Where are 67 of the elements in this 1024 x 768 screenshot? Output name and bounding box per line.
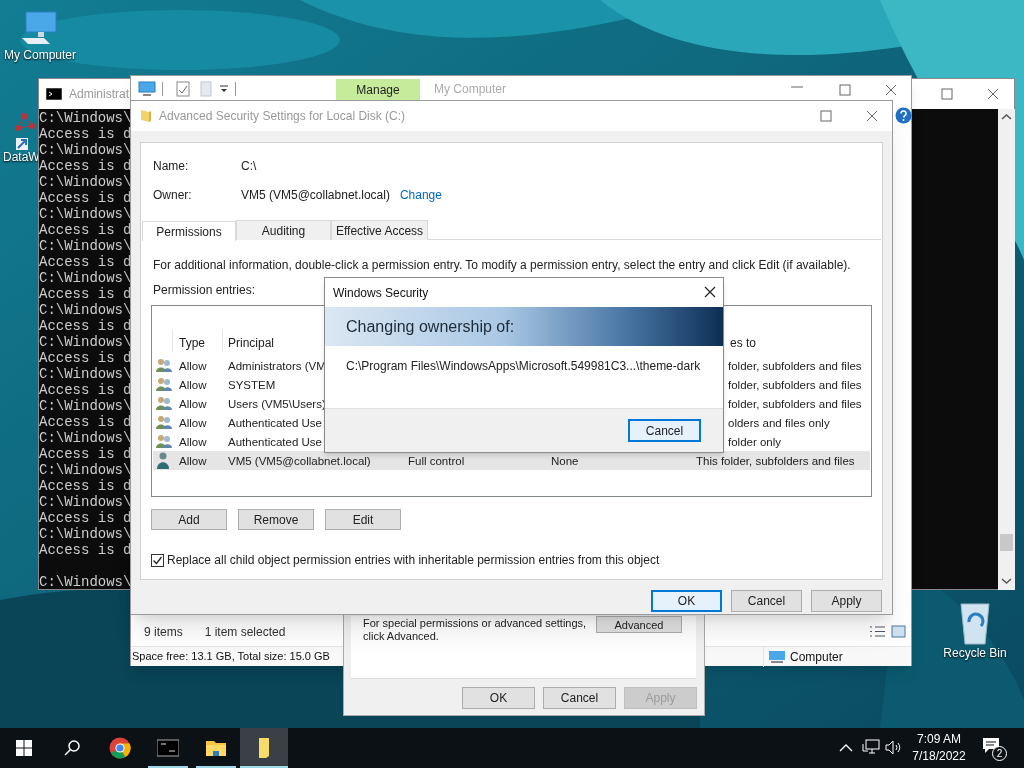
console-line: C:\Windows\ bbox=[39, 430, 132, 446]
console-line: C:\Windows\ bbox=[39, 302, 132, 318]
console-line: Access is d bbox=[39, 126, 132, 142]
console-line: C:\Windows\ bbox=[39, 526, 132, 542]
console-line: Access is d bbox=[39, 286, 132, 302]
console-line: C:\Windows\ bbox=[39, 334, 132, 350]
console-line: C:\Windows\ bbox=[39, 366, 132, 382]
table-cell-text: None bbox=[551, 454, 579, 469]
description-text: For special permissions or advanced settings, bbox=[363, 617, 587, 630]
table-cell-text: folder only bbox=[728, 435, 782, 450]
console-line: Access is d bbox=[39, 254, 132, 270]
console-line: Access is d bbox=[39, 446, 132, 462]
file-path-text: C:\Program Files\WindowsApps\Microsoft.549981C3...\theme-dark bbox=[345, 358, 702, 375]
console-line: C:\Windows\ bbox=[39, 142, 132, 158]
console-prompt: C:\Windows\ bbox=[39, 574, 132, 590]
field-value: C:\ bbox=[241, 158, 257, 175]
window-title: Advanced Security Settings for Local Disk (C:) bbox=[159, 108, 406, 125]
field-label: Owner: bbox=[153, 187, 193, 204]
console-line: Access is d bbox=[39, 542, 132, 558]
console-line: C:\Windows\ bbox=[39, 238, 132, 254]
console-line: Access is d bbox=[39, 510, 132, 526]
table-cell-text: Allow bbox=[179, 378, 207, 393]
notification-badge: 2 bbox=[992, 746, 1007, 761]
table-cell-text: SYSTEM bbox=[228, 378, 276, 393]
field-label: Name: bbox=[153, 158, 190, 175]
console-line: C:\Windows\ bbox=[39, 110, 132, 126]
table-cell-text: Full control bbox=[408, 454, 465, 469]
console-line: Access is d bbox=[39, 222, 132, 238]
status-text: 1 item selected bbox=[204, 623, 286, 641]
table-cell-text: folder, subfolders and files bbox=[728, 397, 862, 412]
console-line: C:\Windows\ bbox=[39, 206, 132, 222]
window-title: Windows Security bbox=[333, 284, 429, 302]
console-line: Access is d bbox=[39, 158, 132, 174]
table-cell-text: Authenticated Use bbox=[228, 435, 322, 450]
status-text: 9 items bbox=[144, 623, 183, 641]
location-text: Computer bbox=[790, 649, 843, 666]
table-cell-text: This folder, subfolders and files bbox=[696, 454, 855, 469]
table-cell-text: folder, subfolders and files bbox=[728, 359, 862, 374]
description-text: click Advanced. bbox=[363, 630, 440, 643]
console-line: Access is d bbox=[39, 478, 132, 494]
console-line: C:\Windows\ bbox=[39, 398, 132, 414]
window-title: My Computer bbox=[434, 80, 507, 98]
instruction-text: For additional information, double-click a permission entry. To modify a permission entry, select the entry and click Edit (if available). bbox=[153, 257, 851, 273]
console-line: Access is d bbox=[39, 350, 132, 366]
table-cell-text: olders and files only bbox=[728, 416, 830, 431]
console-line: Access is d bbox=[39, 382, 132, 398]
table-cell-text: folder, subfolders and files bbox=[728, 378, 862, 393]
window-title: Administrat bbox=[69, 86, 130, 103]
table-cell-text: Allow bbox=[179, 435, 207, 450]
console-line: C:\Windows\ bbox=[39, 174, 132, 190]
console-line: Access is d bbox=[39, 414, 132, 430]
details-text: Space free: 13.1 GB, Total size: 15.0 GB bbox=[132, 649, 330, 665]
table-cell-text: Allow bbox=[179, 416, 207, 431]
section-label: Permission entries: bbox=[153, 282, 256, 298]
table-cell-text: Allow bbox=[179, 454, 207, 469]
field-value: VM5 (VM5@collabnet.local) bbox=[241, 187, 390, 204]
console-line: Access is d bbox=[39, 190, 132, 206]
table-cell-text: Users (VM5\Users) bbox=[228, 397, 326, 412]
table-cell-text: VM5 (VM5@collabnet.local) bbox=[228, 454, 371, 469]
console-line: C:\Windows\ bbox=[39, 462, 132, 478]
banner-heading: Changing ownership of: bbox=[325, 307, 723, 346]
table-cell-text: Allow bbox=[179, 359, 207, 374]
console-line: Access is d bbox=[39, 318, 132, 334]
console-line: C:\Windows\ bbox=[39, 270, 132, 286]
table-cell-text: Authenticated Use bbox=[228, 416, 322, 431]
console-line: C:\Windows\ bbox=[39, 494, 132, 510]
table-cell-text: Allow bbox=[179, 397, 207, 412]
